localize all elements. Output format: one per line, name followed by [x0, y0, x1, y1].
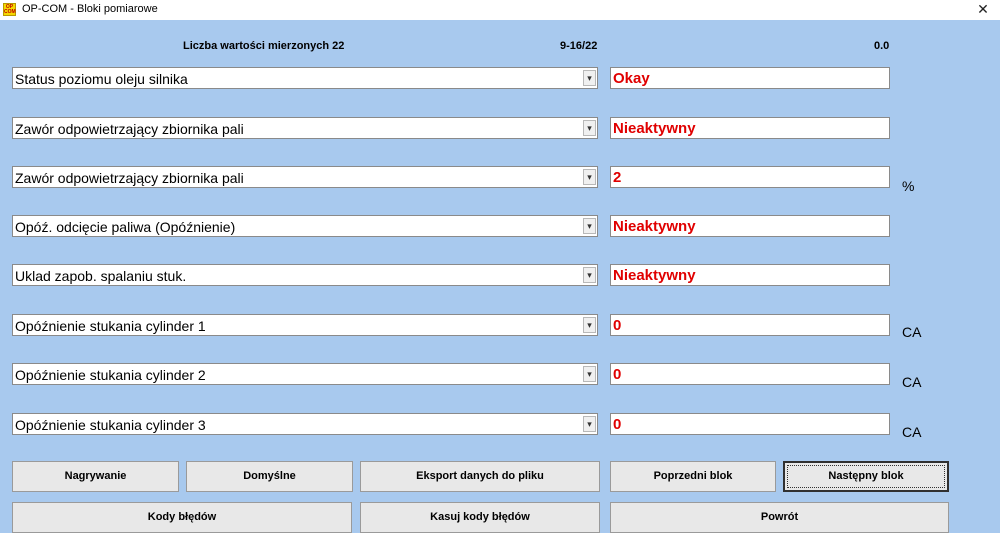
unit-label-7: CA — [902, 374, 922, 390]
unit-label-8: CA — [902, 424, 922, 440]
parameter-value: Nieaktywny — [613, 120, 696, 137]
parameter-select-5[interactable]: Uklad zapob. spalaniu stuk. ▾ — [12, 264, 598, 286]
value-field-5: Nieaktywny — [610, 264, 890, 286]
chevron-down-icon[interactable]: ▾ — [583, 317, 596, 333]
parameter-label: Zawór odpowietrzający zbiornika pali — [15, 170, 244, 186]
parameter-select-8[interactable]: Opóźnienie stukania cylinder 3 ▾ — [12, 413, 598, 435]
unit-label-3: % — [902, 178, 915, 194]
value-field-8: 0 — [610, 413, 890, 435]
value-field-4: Nieaktywny — [610, 215, 890, 237]
error-codes-button[interactable]: Kody błędów — [12, 502, 352, 533]
chevron-down-icon[interactable]: ▾ — [583, 267, 596, 283]
title-bar: OP COM OP-COM - Bloki pomiarowe ✕ — [0, 0, 1000, 20]
unit-label-6: CA — [902, 324, 922, 340]
window-title: OP-COM - Bloki pomiarowe — [22, 3, 158, 15]
close-button[interactable]: ✕ — [966, 0, 1000, 20]
parameter-value: Nieaktywny — [613, 267, 696, 284]
measured-values-count: Liczba wartości mierzonych 22 — [183, 40, 345, 52]
chevron-down-icon[interactable]: ▾ — [583, 169, 596, 185]
elapsed-time: 0.0 — [874, 40, 890, 52]
parameter-value: 2 — [613, 169, 622, 186]
parameter-label: Opóźnienie stukania cylinder 2 — [15, 367, 206, 383]
parameter-label: Opóź. odcięcie paliwa (Opóźnienie) — [15, 219, 236, 235]
parameter-select-2[interactable]: Zawór odpowietrzający zbiornika pali ▾ — [12, 117, 598, 139]
defaults-button[interactable]: Domyślne — [186, 461, 353, 492]
chevron-down-icon[interactable]: ▾ — [583, 120, 596, 136]
app-icon: OP COM — [3, 3, 16, 16]
parameter-label: Status poziomu oleju silnika — [15, 71, 188, 87]
chevron-down-icon[interactable]: ▾ — [583, 416, 596, 432]
parameter-value: 0 — [613, 366, 622, 383]
parameter-value: 0 — [613, 317, 622, 334]
value-field-2: Nieaktywny — [610, 117, 890, 139]
parameter-select-6[interactable]: Opóźnienie stukania cylinder 1 ▾ — [12, 314, 598, 336]
parameter-select-7[interactable]: Opóźnienie stukania cylinder 2 ▾ — [12, 363, 598, 385]
chevron-down-icon[interactable]: ▾ — [583, 70, 596, 86]
value-field-7: 0 — [610, 363, 890, 385]
parameter-select-3[interactable]: Zawór odpowietrzający zbiornika pali ▾ — [12, 166, 598, 188]
parameter-value: 0 — [613, 416, 622, 433]
chevron-down-icon[interactable]: ▾ — [583, 366, 596, 382]
chevron-down-icon[interactable]: ▾ — [583, 218, 596, 234]
export-data-button[interactable]: Eksport danych do pliku — [360, 461, 600, 492]
next-block-button[interactable]: Następny blok — [783, 461, 949, 492]
parameter-select-1[interactable]: Status poziomu oleju silnika ▾ — [12, 67, 598, 89]
back-button[interactable]: Powrót — [610, 502, 949, 533]
parameter-select-4[interactable]: Opóź. odcięcie paliwa (Opóźnienie) ▾ — [12, 215, 598, 237]
value-field-3: 2 — [610, 166, 890, 188]
parameter-value: Nieaktywny — [613, 218, 696, 235]
clear-error-codes-button[interactable]: Kasuj kody błędów — [360, 502, 600, 533]
value-field-1: Okay — [610, 67, 890, 89]
previous-block-button[interactable]: Poprzedni blok — [610, 461, 776, 492]
parameter-label: Opóźnienie stukania cylinder 1 — [15, 318, 206, 334]
parameter-label: Opóźnienie stukania cylinder 3 — [15, 417, 206, 433]
parameter-label: Zawór odpowietrzający zbiornika pali — [15, 121, 244, 137]
value-field-6: 0 — [610, 314, 890, 336]
record-button[interactable]: Nagrywanie — [12, 461, 179, 492]
block-range: 9-16/22 — [560, 40, 598, 52]
parameter-value: Okay — [613, 70, 650, 87]
parameter-label: Uklad zapob. spalaniu stuk. — [15, 268, 187, 284]
